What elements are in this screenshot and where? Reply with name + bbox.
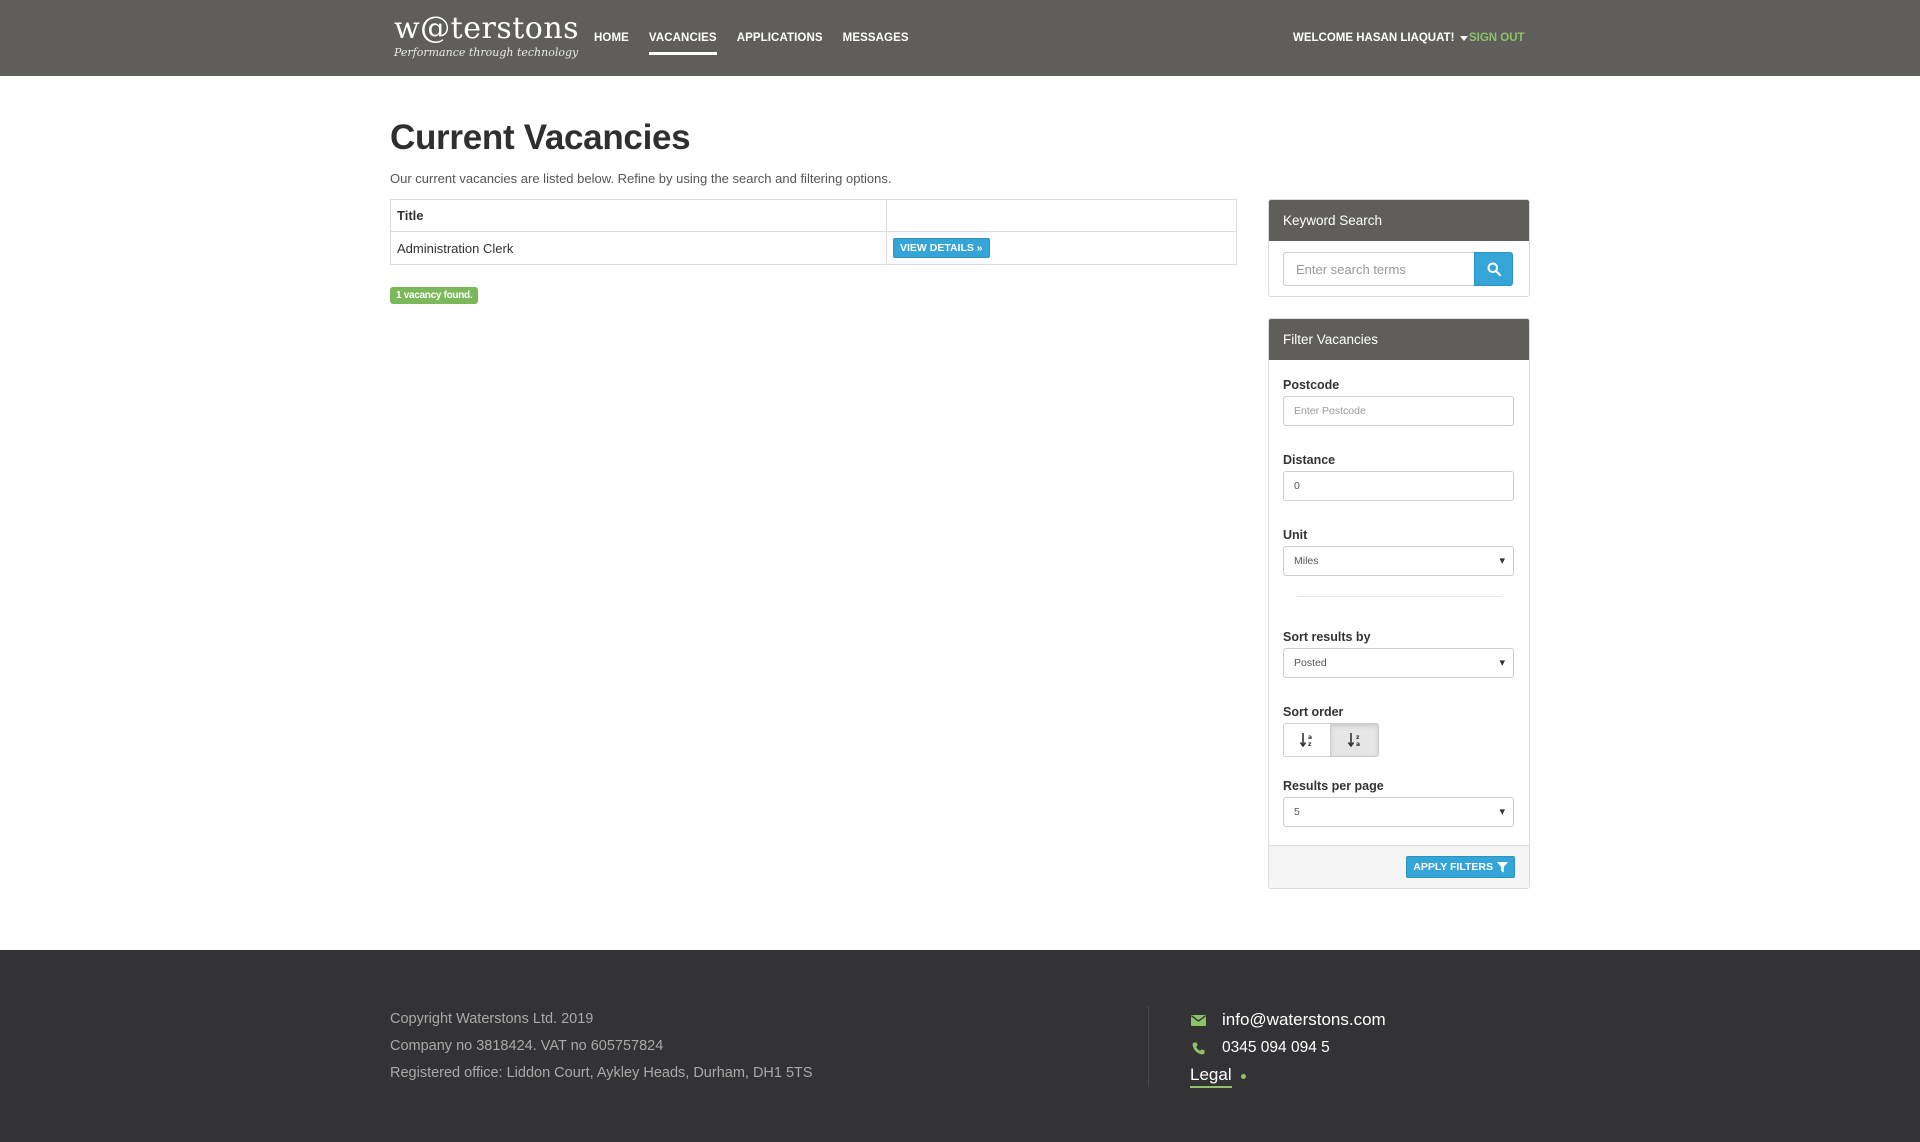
per-page-select[interactable]: 5 [1283, 797, 1514, 827]
footer-copyright: Copyright Waterstons Ltd. 2019 [390, 1011, 594, 1027]
footer-company-info: Copyright Waterstons Ltd. 2019 Company n… [390, 1006, 813, 1087]
logo-text: w@terstons [394, 11, 580, 46]
postcode-label: Postcode [1283, 378, 1340, 392]
table-header-row: Title [390, 199, 1237, 232]
per-page-select-value: 5 [1294, 806, 1300, 818]
per-page-group: Results per page 5 [1283, 779, 1515, 827]
bullet-dot-icon [1240, 1073, 1246, 1079]
filter-body: Postcode Distance Unit Miles Sort result… [1269, 360, 1529, 827]
filter-vacancies-panel: Filter Vacancies Postcode Distance Unit … [1268, 318, 1530, 889]
filter-divider [1296, 596, 1502, 597]
vacancy-title: Administration Clerk [390, 231, 887, 265]
svg-text:a: a [1308, 734, 1312, 741]
nav-messages[interactable]: MESSAGES [843, 0, 909, 76]
filter-footer: APPLY FILTERS [1269, 845, 1529, 888]
footer-email-link[interactable]: info@waterstons.com [1222, 1010, 1386, 1030]
footer-phone-row: 0345 094 094 5 [1190, 1034, 1386, 1062]
sort-by-group: Sort results by Posted [1283, 630, 1515, 678]
vacancy-action-cell: VIEW DETAILS » [886, 231, 1237, 265]
top-navbar: w@terstons Performance through technolog… [0, 0, 1920, 76]
table-row: Administration Clerk VIEW DETAILS » [390, 231, 1237, 265]
sort-by-label: Sort results by [1283, 630, 1371, 644]
keyword-search-heading: Keyword Search [1269, 200, 1529, 241]
footer-legal-row: Legal [1190, 1062, 1386, 1090]
keyword-search-panel: Keyword Search [1268, 199, 1530, 297]
unit-select[interactable]: Miles [1283, 546, 1514, 576]
caret-down-icon [1460, 35, 1469, 41]
unit-select-value: Miles [1294, 555, 1319, 567]
column-header-title: Title [390, 199, 887, 232]
distance-label: Distance [1283, 453, 1336, 467]
footer-registered-office: Registered office: Liddon Court, Aykley … [390, 1065, 813, 1081]
nav-home[interactable]: HOME [594, 0, 629, 76]
sort-ascending-icon: a z [1299, 733, 1312, 748]
logo-tagline: Performance through technology [394, 46, 579, 59]
unit-label: Unit [1283, 528, 1308, 542]
svg-text:z: z [1356, 734, 1360, 741]
svg-text:z: z [1308, 741, 1312, 748]
search-input[interactable] [1283, 252, 1474, 286]
svg-text:a: a [1356, 741, 1360, 748]
footer-contact: info@waterstons.com 0345 094 094 5 Legal [1190, 1006, 1386, 1090]
sort-by-select[interactable]: Posted [1283, 648, 1514, 678]
per-page-label: Results per page [1283, 779, 1384, 793]
search-button[interactable] [1474, 252, 1513, 286]
apply-filters-button[interactable]: APPLY FILTERS [1406, 856, 1515, 878]
main-nav: HOME VACANCIES APPLICATIONS MESSAGES [594, 0, 929, 76]
vacancy-count-badge: 1 vacancy found. [390, 287, 479, 304]
page-footer: Copyright Waterstons Ltd. 2019 Company n… [0, 950, 1920, 1142]
filter-vacancies-heading: Filter Vacancies [1269, 319, 1529, 360]
footer-email-row: info@waterstons.com [1190, 1006, 1386, 1034]
page-intro: Our current vacancies are listed below. … [390, 171, 892, 186]
search-icon [1487, 262, 1501, 276]
nav-vacancies[interactable]: VACANCIES [648, 0, 717, 76]
search-row [1269, 241, 1529, 296]
footer-phone: 0345 094 094 5 [1222, 1039, 1330, 1056]
footer-company-number: Company no 3818424. VAT no 605757824 [390, 1038, 664, 1054]
view-details-button[interactable]: VIEW DETAILS » [893, 238, 990, 258]
sign-out-link[interactable]: SIGN OUT [1469, 0, 1525, 76]
distance-input[interactable] [1283, 471, 1514, 501]
welcome-label: WELCOME HASAN LIAQUAT! [1293, 32, 1455, 44]
sort-descending-button[interactable]: z a [1331, 723, 1379, 757]
envelope-icon [1190, 1014, 1206, 1026]
sort-order-label: Sort order [1283, 705, 1344, 719]
sort-by-select-value: Posted [1294, 657, 1327, 669]
page-title: Current Vacancies [390, 118, 691, 157]
sort-order-group: Sort order a z z a [1283, 705, 1515, 757]
vacancies-table: Title Administration Clerk VIEW DETAILS … [390, 199, 1237, 265]
sort-ascending-button[interactable]: a z [1283, 723, 1331, 757]
postcode-group: Postcode [1283, 378, 1515, 426]
phone-icon [1190, 1042, 1206, 1055]
sort-order-toggle: a z z a [1283, 723, 1515, 757]
unit-group: Unit Miles [1283, 528, 1515, 576]
user-menu[interactable]: WELCOME HASAN LIAQUAT! [1293, 0, 1469, 76]
filter-icon [1497, 861, 1508, 872]
footer-separator [1148, 1006, 1149, 1087]
nav-applications[interactable]: APPLICATIONS [737, 0, 823, 76]
waterstons-logo[interactable]: w@terstons Performance through technolog… [394, 11, 580, 60]
footer-legal-link[interactable]: Legal [1190, 1065, 1232, 1088]
distance-group: Distance [1283, 453, 1515, 501]
apply-filters-label: APPLY FILTERS [1413, 861, 1493, 873]
column-header-actions [886, 199, 1237, 232]
postcode-input[interactable] [1283, 396, 1514, 426]
sort-descending-icon: z a [1347, 733, 1360, 748]
